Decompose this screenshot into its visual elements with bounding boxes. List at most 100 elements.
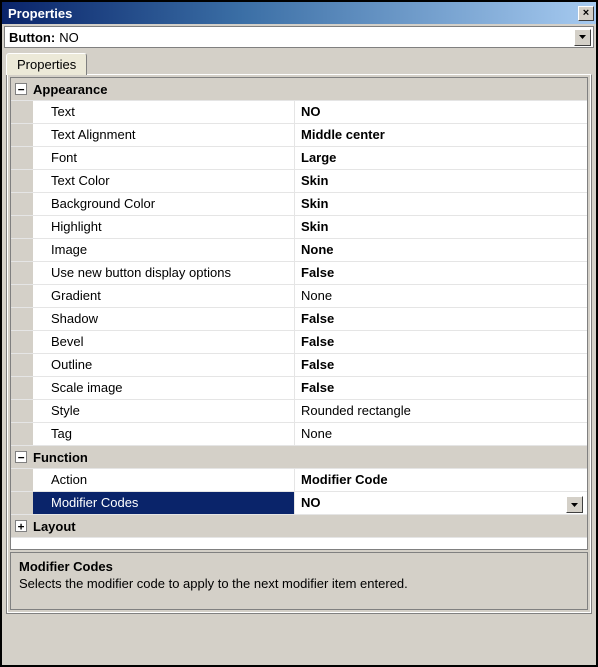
property-value[interactable]: None bbox=[295, 423, 587, 445]
property-row[interactable]: Text NO bbox=[11, 101, 587, 124]
property-value[interactable]: Skin bbox=[295, 193, 587, 215]
titlebar[interactable]: Properties × bbox=[2, 2, 596, 24]
property-row[interactable]: Text Color Skin bbox=[11, 170, 587, 193]
row-gutter bbox=[11, 239, 33, 261]
property-value[interactable]: NO bbox=[295, 101, 587, 123]
row-gutter bbox=[11, 285, 33, 307]
property-value[interactable]: Middle center bbox=[295, 124, 587, 146]
category-label: Layout bbox=[33, 519, 587, 534]
selector-dropdown-button[interactable] bbox=[574, 29, 591, 46]
property-value[interactable]: Skin bbox=[295, 216, 587, 238]
property-name[interactable]: Use new button display options bbox=[33, 262, 295, 284]
property-name[interactable]: Highlight bbox=[33, 216, 295, 238]
property-name[interactable]: Text Color bbox=[33, 170, 295, 192]
property-value[interactable]: False bbox=[295, 331, 587, 353]
property-name[interactable]: Outline bbox=[33, 354, 295, 376]
property-row[interactable]: GradientNone bbox=[11, 285, 587, 308]
property-row[interactable]: Use new button display options False bbox=[11, 262, 587, 285]
object-selector[interactable]: Button: NO bbox=[4, 26, 594, 48]
property-value-text: Modifier Code bbox=[301, 472, 388, 487]
property-value[interactable]: False bbox=[295, 308, 587, 330]
property-value-text: None bbox=[301, 426, 332, 441]
property-name[interactable]: Style bbox=[33, 400, 295, 422]
property-row[interactable]: ImageNone bbox=[11, 239, 587, 262]
property-row[interactable]: Font Large bbox=[11, 147, 587, 170]
property-name[interactable]: Scale image bbox=[33, 377, 295, 399]
tab-label: Properties bbox=[17, 57, 76, 72]
tab-properties[interactable]: Properties bbox=[6, 53, 87, 75]
property-name[interactable]: Image bbox=[33, 239, 295, 261]
row-gutter bbox=[11, 354, 33, 376]
property-name[interactable]: Tag bbox=[33, 423, 295, 445]
property-name[interactable]: Bevel bbox=[33, 331, 295, 353]
property-value[interactable]: False bbox=[295, 354, 587, 376]
value-dropdown-button[interactable] bbox=[566, 496, 583, 513]
category-header[interactable]: −Function bbox=[11, 446, 587, 469]
property-value[interactable]: Large bbox=[295, 147, 587, 169]
row-gutter bbox=[11, 400, 33, 422]
property-name[interactable]: Background Color bbox=[33, 193, 295, 215]
property-value-text: False bbox=[301, 265, 334, 280]
property-grid[interactable]: −AppearanceTextNOText AlignmentMiddle ce… bbox=[10, 77, 588, 550]
property-value[interactable]: False bbox=[295, 377, 587, 399]
property-value[interactable]: None bbox=[295, 285, 587, 307]
property-value-text: False bbox=[301, 334, 334, 349]
selector-value: NO bbox=[59, 30, 574, 45]
property-value[interactable]: Modifier Code bbox=[295, 469, 587, 491]
category-header[interactable]: −Appearance bbox=[11, 78, 587, 101]
property-name[interactable]: Modifier Codes bbox=[33, 492, 295, 514]
close-button[interactable]: × bbox=[578, 6, 594, 21]
property-name[interactable]: Text Alignment bbox=[33, 124, 295, 146]
property-row[interactable]: Style Rounded rectangle bbox=[11, 400, 587, 423]
collapse-icon[interactable]: − bbox=[15, 451, 27, 463]
category-label: Appearance bbox=[33, 82, 587, 97]
category-header[interactable]: + Layout bbox=[11, 515, 587, 538]
description-panel: Modifier Codes Selects the modifier code… bbox=[10, 552, 588, 610]
property-row[interactable]: HighlightSkin bbox=[11, 216, 587, 239]
property-name[interactable]: Gradient bbox=[33, 285, 295, 307]
property-value[interactable]: Skin bbox=[295, 170, 587, 192]
property-row[interactable]: Shadow False bbox=[11, 308, 587, 331]
property-row[interactable]: Scale image False bbox=[11, 377, 587, 400]
row-gutter bbox=[11, 147, 33, 169]
row-gutter bbox=[11, 216, 33, 238]
property-row[interactable]: Bevel False bbox=[11, 331, 587, 354]
property-name[interactable]: Font bbox=[33, 147, 295, 169]
property-row[interactable]: Tag None bbox=[11, 423, 587, 446]
property-value-text: Skin bbox=[301, 173, 328, 188]
property-value-text: Large bbox=[301, 150, 336, 165]
category-label: Function bbox=[33, 450, 587, 465]
properties-window: Properties × Button: NO Properties −Appe… bbox=[0, 0, 598, 667]
row-gutter bbox=[11, 492, 33, 514]
row-gutter bbox=[11, 331, 33, 353]
property-row[interactable]: OutlineFalse bbox=[11, 354, 587, 377]
expand-icon[interactable]: + bbox=[15, 520, 27, 532]
property-name[interactable]: Shadow bbox=[33, 308, 295, 330]
property-name[interactable]: Action bbox=[33, 469, 295, 491]
property-value[interactable]: Rounded rectangle bbox=[295, 400, 587, 422]
row-gutter bbox=[11, 101, 33, 123]
property-name[interactable]: Text bbox=[33, 101, 295, 123]
row-gutter bbox=[11, 124, 33, 146]
property-grid-panel: −AppearanceTextNOText AlignmentMiddle ce… bbox=[6, 74, 592, 614]
property-value-text: NO bbox=[301, 104, 321, 119]
row-gutter bbox=[11, 423, 33, 445]
property-row[interactable]: Text AlignmentMiddle center bbox=[11, 124, 587, 147]
property-row[interactable]: Background ColorSkin bbox=[11, 193, 587, 216]
window-title: Properties bbox=[8, 6, 72, 21]
property-value-text: False bbox=[301, 380, 334, 395]
row-gutter bbox=[11, 170, 33, 192]
chevron-down-icon bbox=[579, 35, 586, 39]
property-row[interactable]: Action Modifier Code bbox=[11, 469, 587, 492]
description-text: Selects the modifier code to apply to th… bbox=[19, 576, 579, 591]
collapse-icon[interactable]: − bbox=[15, 83, 27, 95]
property-value[interactable]: NO bbox=[295, 492, 587, 514]
description-title: Modifier Codes bbox=[19, 559, 579, 574]
property-value-text: Rounded rectangle bbox=[301, 403, 411, 418]
property-value[interactable]: None bbox=[295, 239, 587, 261]
property-row[interactable]: Modifier Codes NO bbox=[11, 492, 587, 515]
property-value-text: False bbox=[301, 311, 334, 326]
property-value-text: NO bbox=[301, 495, 321, 510]
tabs: Properties bbox=[6, 50, 594, 74]
property-value[interactable]: False bbox=[295, 262, 587, 284]
